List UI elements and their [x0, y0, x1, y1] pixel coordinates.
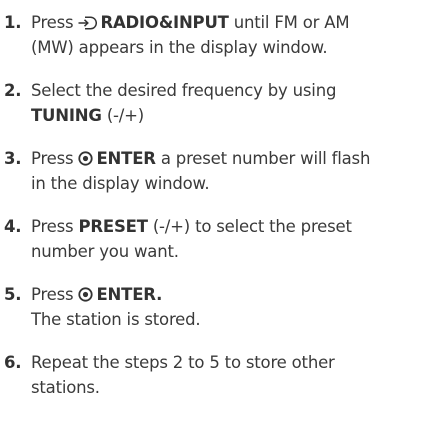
step-number: 5.: [4, 285, 22, 304]
step-number: 6.: [4, 353, 22, 372]
step-number: 2.: [4, 81, 22, 100]
step-number: 4.: [4, 217, 22, 236]
step-line-1: Press ENTER.: [31, 282, 436, 307]
step-text: Press PRESET (-/+) to select the preset …: [31, 214, 436, 264]
step-button-label: TUNING: [31, 106, 102, 125]
step-text-post: a preset number will flash: [160, 149, 371, 168]
step-text: Press ENTER. The station is stored.: [31, 282, 436, 332]
step-line-1: Select the desired frequency by using: [31, 81, 337, 100]
step-button-label: RADIO&INPUT: [100, 13, 229, 32]
step-button-label: ENTER: [96, 285, 157, 304]
input-source-icon: [78, 16, 98, 30]
step-line-1: Press ENTER a preset number will flash: [31, 146, 436, 171]
enter-icon: [78, 287, 94, 302]
step-button-label: PRESET: [78, 217, 148, 236]
step-text-pre: Press: [31, 217, 74, 236]
step-text-pre: Press: [31, 149, 74, 168]
step-text: Select the desired frequency by using TU…: [31, 78, 436, 128]
step-text-post: (-/+) to select the preset: [152, 217, 352, 236]
step-text-pre: Press: [31, 13, 74, 32]
step-line-2: TUNING (-/+): [31, 103, 436, 128]
enter-icon: [78, 151, 94, 166]
step-line-2: stations.: [31, 378, 100, 397]
step-line-2: (MW) appears in the display window.: [31, 38, 328, 57]
step-line-2: The station is stored.: [31, 310, 201, 329]
step-number: 3.: [4, 149, 22, 168]
step-text-post: (-/+): [106, 106, 145, 125]
step-line-1: Repeat the steps 2 to 5 to store other: [31, 353, 335, 372]
step-text: Repeat the steps 2 to 5 to store other s…: [31, 350, 436, 400]
step-text: Press RADIO&INPUT until FM or AM (MW) ap…: [31, 10, 436, 60]
step-line-1: Press RADIO&INPUT until FM or AM: [31, 10, 436, 35]
step-number: 1.: [4, 13, 22, 32]
step-line-2: number you want.: [31, 242, 179, 261]
step-text-post: until FM or AM: [233, 13, 350, 32]
step-line-2: in the display window.: [31, 174, 210, 193]
step-button-label: ENTER: [96, 149, 156, 168]
step-text-pre: Press: [31, 285, 74, 304]
step-line-1: Press PRESET (-/+) to select the preset: [31, 214, 436, 239]
step-text: Press ENTER a preset number will flash i…: [31, 146, 436, 196]
step-text-post: .: [156, 285, 163, 304]
